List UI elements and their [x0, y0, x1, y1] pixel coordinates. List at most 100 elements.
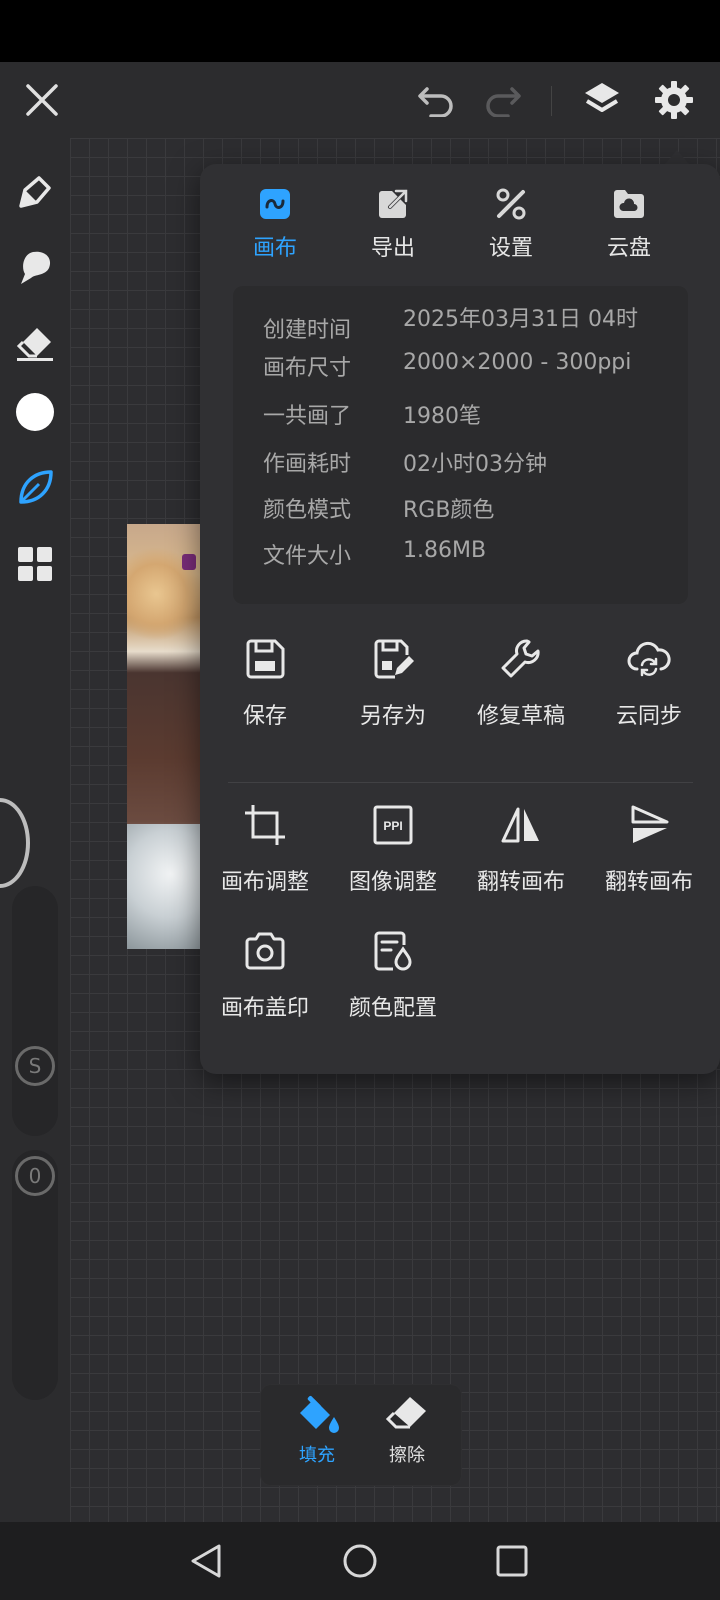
export-icon [379, 189, 408, 218]
tab-label: 画布 [252, 236, 297, 261]
color-profile-label: 颜色配置 [348, 996, 437, 1021]
info-value: 1.86MB [403, 538, 487, 563]
smudge-icon [21, 251, 51, 284]
artwork-preview [127, 524, 200, 949]
tab-cloud[interactable]: 云盘 [574, 184, 684, 268]
info-value: 2025年03月31日 04时35分 [403, 307, 638, 332]
status-bar [0, 0, 720, 62]
more-tools-button[interactable] [11, 540, 59, 588]
brush-tool-button[interactable] [11, 464, 59, 512]
cloud-sync-icon [627, 641, 671, 677]
eraser-icon [385, 1397, 426, 1429]
settings-button[interactable] [650, 76, 698, 124]
fill-mode-toolbar: 填充 擦除 [261, 1385, 461, 1485]
back-icon [191, 1544, 221, 1578]
back-button[interactable] [182, 1537, 230, 1585]
panel-divider [228, 782, 693, 783]
home-icon [343, 1544, 377, 1578]
save-as-label: 另存为 [359, 704, 426, 729]
save-as-button[interactable]: 另存为 [330, 634, 456, 754]
canvas-menu-panel: 画布 导出 设置 云盘 创建时间 2025年03月31日 04时35分 画布尺寸… [200, 164, 720, 1074]
svg-text:PPI: PPI [383, 819, 402, 833]
tab-label: 云盘 [606, 236, 651, 261]
size-slider-knob[interactable]: S [15, 1046, 55, 1086]
pen-tool-button[interactable] [11, 168, 59, 216]
flip-horizontal-label: 翻转画布 [476, 870, 565, 895]
info-row: 创建时间 2025年03月31日 04时35分 [263, 304, 683, 352]
image-adjust-label: 图像调整 [348, 870, 437, 895]
panel-pointer [665, 150, 689, 164]
cloud-folder-icon [614, 190, 644, 218]
recents-button[interactable] [488, 1537, 536, 1585]
info-key: 作画耗时 [263, 452, 352, 477]
size-slider[interactable]: S [12, 886, 58, 1136]
info-key: 文件大小 [263, 544, 352, 569]
tool-sidebar: S 0 [0, 138, 70, 1522]
undo-button[interactable] [413, 76, 461, 124]
info-key: 创建时间 [263, 318, 352, 343]
save-as-icon [374, 639, 414, 679]
leaf-brush-icon [19, 470, 53, 504]
tools-icon [496, 188, 526, 220]
info-value: 1980笔 [403, 404, 481, 429]
close-button[interactable] [18, 76, 66, 124]
home-button[interactable] [336, 1537, 384, 1585]
brush-preview-ring [0, 798, 30, 888]
redo-icon [486, 87, 521, 117]
opacity-slider-knob[interactable]: 0 [15, 1156, 55, 1196]
panel-tabs: 画布 导出 设置 云盘 [200, 164, 720, 274]
flip-vertical-icon [631, 805, 669, 843]
color-profile-button[interactable]: 颜色配置 [330, 926, 456, 1046]
save-label: 保存 [242, 704, 287, 729]
repair-draft-button[interactable]: 修复草稿 [458, 634, 584, 754]
toolbar-divider [551, 86, 552, 116]
fill-label: 填充 [299, 1445, 335, 1466]
erase-label: 擦除 [389, 1445, 425, 1466]
flip-vertical-button[interactable]: 翻转画布 [586, 800, 712, 920]
info-key: 一共画了 [263, 404, 352, 429]
gear-icon [655, 81, 693, 119]
camera-icon [245, 932, 285, 970]
info-value: RGB颜色 [403, 498, 495, 523]
save-button[interactable]: 保存 [202, 634, 328, 754]
canvas-adjust-button[interactable]: 画布调整 [202, 800, 328, 920]
erase-button[interactable]: 擦除 [367, 1395, 447, 1479]
pen-icon [19, 176, 51, 208]
flip-vertical-label: 翻转画布 [604, 870, 693, 895]
color-profile-icon [374, 931, 412, 971]
crop-icon [245, 805, 285, 845]
info-key: 颜色模式 [263, 498, 352, 523]
redo-button[interactable] [478, 76, 526, 124]
eraser-icon [16, 328, 53, 361]
tab-export[interactable]: 导出 [338, 184, 448, 268]
fill-bucket-icon [300, 1396, 339, 1433]
ppi-icon: PPI [373, 805, 413, 845]
fill-button[interactable]: 填充 [277, 1395, 357, 1479]
close-icon [26, 84, 58, 116]
grid-menu-icon [18, 547, 52, 581]
eraser-tool-button[interactable] [11, 320, 59, 368]
save-icon [246, 639, 285, 679]
cloud-sync-button[interactable]: 云同步 [586, 634, 712, 754]
color-swatch [16, 393, 54, 431]
system-nav-bar [0, 1522, 720, 1600]
flip-horizontal-button[interactable]: 翻转画布 [458, 800, 584, 920]
smudge-tool-button[interactable] [11, 244, 59, 292]
canvas-icon [260, 189, 290, 219]
repair-draft-label: 修复草稿 [476, 704, 565, 729]
info-value: 02小时03分钟 [403, 452, 547, 477]
color-picker-button[interactable] [11, 388, 59, 436]
canvas-adjust-label: 画布调整 [220, 870, 309, 895]
canvas-stamp-button[interactable]: 画布盖印 [202, 926, 328, 1046]
canvas-stamp-label: 画布盖印 [220, 996, 309, 1021]
opacity-slider[interactable]: 0 [12, 1150, 58, 1400]
tab-settings[interactable]: 设置 [456, 184, 566, 268]
recents-icon [496, 1545, 528, 1577]
layers-button[interactable] [578, 76, 626, 124]
wrench-icon [501, 639, 540, 678]
tab-canvas[interactable]: 画布 [220, 184, 330, 268]
info-value: 2000×2000 - 300ppi [403, 350, 632, 375]
image-adjust-button[interactable]: PPI 图像调整 [330, 800, 456, 920]
undo-icon [418, 87, 453, 117]
canvas-info-card: 创建时间 2025年03月31日 04时35分 画布尺寸 2000×2000 -… [233, 286, 688, 604]
